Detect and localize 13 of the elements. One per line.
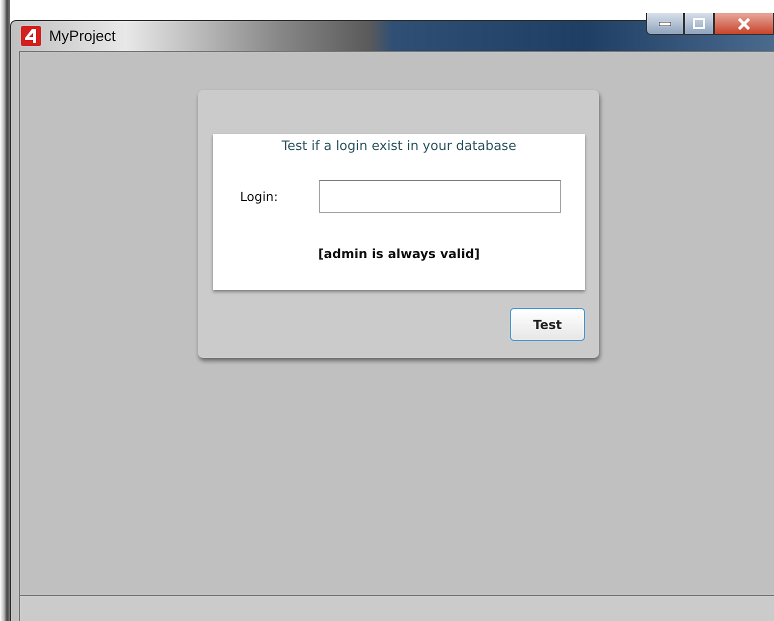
test-button[interactable]: Test bbox=[510, 308, 585, 341]
login-field[interactable] bbox=[319, 180, 561, 213]
maximize-button[interactable] bbox=[684, 13, 714, 35]
login-label: Login: bbox=[240, 189, 279, 204]
close-icon bbox=[737, 18, 751, 30]
hint-text: [admin is always valid] bbox=[318, 246, 480, 261]
maximize-icon bbox=[693, 18, 705, 29]
window-title: MyProject bbox=[49, 28, 116, 44]
app-logo-icon bbox=[21, 26, 41, 46]
form-heading: Test if a login exist in your database bbox=[282, 139, 516, 154]
close-button[interactable] bbox=[714, 13, 774, 35]
minimize-button[interactable] bbox=[646, 13, 684, 35]
minimize-icon bbox=[659, 22, 671, 26]
